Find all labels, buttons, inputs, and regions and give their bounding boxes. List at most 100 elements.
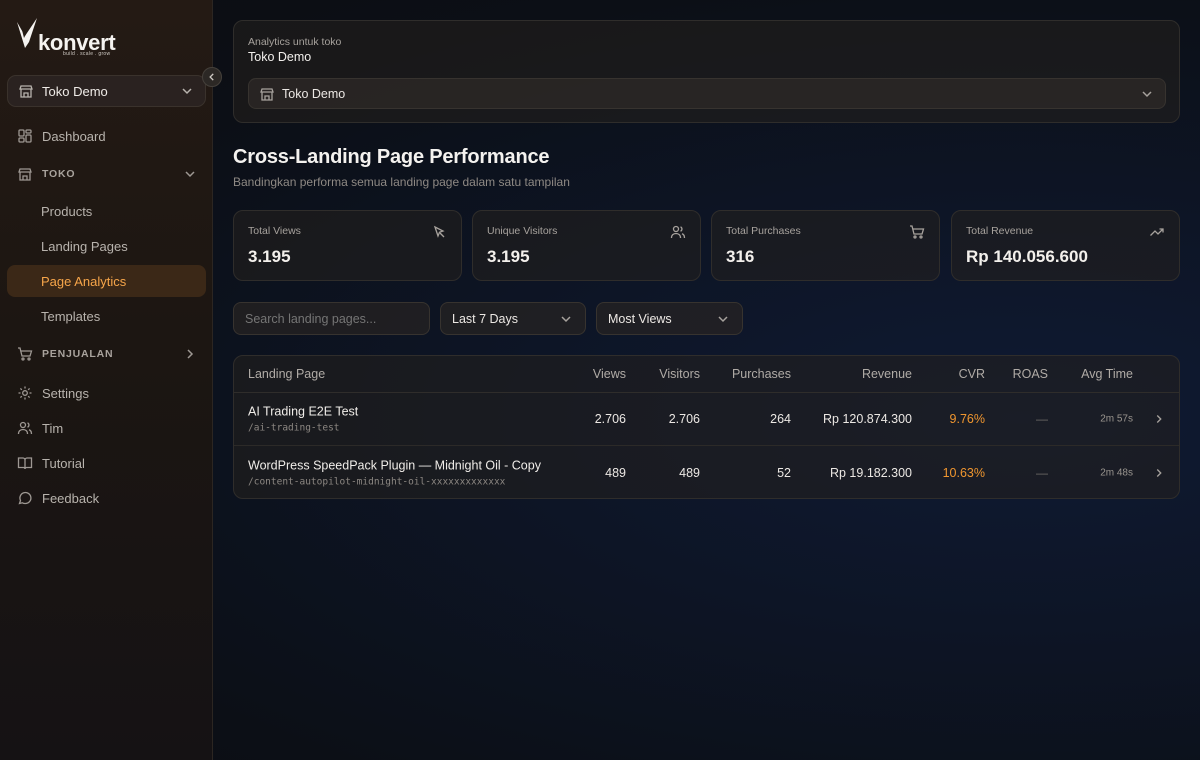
chevron-down-icon	[1142, 90, 1152, 97]
search-input[interactable]	[233, 302, 430, 335]
roas-cell: —	[1036, 465, 1048, 480]
sidebar-item-label: Landing Pages	[41, 238, 128, 254]
sidebar-item-page-analytics[interactable]: Page Analytics	[7, 265, 206, 297]
sidebar-item-label: Feedback	[42, 490, 100, 506]
store-switcher-label: Toko Demo	[42, 83, 108, 99]
chevron-down-icon	[718, 315, 728, 322]
sidebar-item-products[interactable]: Products	[7, 195, 206, 227]
landing-page-slug: /content-autopilot-midnight-oil-xxxxxxxx…	[248, 476, 506, 487]
chevron-right-icon[interactable]	[1152, 466, 1166, 480]
chevron-right-icon[interactable]	[1152, 412, 1166, 426]
sidebar-section-toko[interactable]: TOKO	[7, 158, 206, 190]
sidebar-item-label: Products	[41, 203, 93, 219]
sidebar-item-landing-pages[interactable]: Landing Pages	[7, 230, 206, 262]
chevron-left-icon	[209, 73, 214, 81]
chevron-down-icon	[185, 171, 195, 178]
column-header-avg-time[interactable]: Avg Time	[1081, 367, 1133, 381]
sidebar-item-settings[interactable]: Settings	[7, 377, 206, 409]
landing-page-name[interactable]: WordPress SpeedPack Plugin — Midnight Oi…	[248, 458, 541, 472]
views-cell: 489	[605, 465, 626, 480]
cvr-cell: 9.76%	[949, 412, 985, 426]
store-name: Toko Demo	[248, 50, 312, 64]
landing-page-cell: AI Trading E2E Test /ai-trading-test	[248, 405, 358, 434]
sidebar-item-label: Tutorial	[42, 455, 85, 471]
avg-time-cell: 2m 57s	[1100, 413, 1133, 425]
message-circle-icon	[18, 491, 32, 505]
sidebar-item-feedback[interactable]: Feedback	[7, 482, 206, 514]
store-select[interactable]: Toko Demo	[248, 78, 1166, 109]
landing-page-name[interactable]: AI Trading E2E Test	[248, 405, 358, 419]
stat-label: Total Purchases	[726, 225, 801, 237]
users-icon	[670, 225, 686, 239]
column-header-cvr[interactable]: CVR	[959, 367, 985, 381]
sidebar-item-label: Dashboard	[42, 128, 106, 144]
sidebar-item-label: Templates	[41, 308, 101, 324]
book-icon	[17, 457, 33, 470]
stat-label: Total Views	[248, 225, 301, 237]
sidebar-section-penjualan[interactable]: PENJUALAN	[7, 338, 206, 370]
avg-time-cell: 2m 48s	[1100, 467, 1133, 478]
dashboard-icon	[18, 129, 32, 143]
sidebar-item-templates[interactable]: Templates	[7, 300, 206, 332]
date-range-value: Last 7 Days	[452, 311, 519, 326]
stat-value: 3.195	[487, 247, 530, 266]
stat-value: Rp 140.056.600	[966, 247, 1088, 266]
store-icon	[260, 87, 274, 101]
users-icon	[17, 421, 33, 435]
sidebar-item-tutorial[interactable]: Tutorial	[7, 447, 206, 479]
konvert-logo[interactable]: konvert build . scale . grow	[15, 16, 125, 58]
store-select-value: Toko Demo	[282, 86, 346, 101]
stat-card-total-views: Total Views 3.195	[233, 210, 462, 281]
sidebar-item-label: Tim	[42, 420, 64, 436]
cvr-cell: 10.63%	[942, 465, 985, 480]
revenue-cell: Rp 120.874.300	[823, 412, 912, 426]
column-header-visitors[interactable]: Visitors	[659, 367, 700, 381]
cart-icon	[18, 347, 33, 361]
logo-tagline: build . scale . grow	[63, 51, 111, 57]
purchases-cell: 264	[770, 412, 791, 426]
sidebar-item-label: Page Analytics	[41, 273, 127, 289]
column-header-landing-page[interactable]: Landing Page	[248, 367, 325, 381]
stat-value: 3.195	[248, 247, 291, 266]
chevron-right-icon	[187, 349, 194, 359]
gear-icon	[18, 386, 32, 400]
revenue-cell: Rp 19.182.300	[829, 465, 912, 480]
sidebar-item-dashboard[interactable]: Dashboard	[7, 120, 206, 152]
visitors-cell: 2.706	[668, 412, 700, 426]
column-header-roas[interactable]: ROAS	[1013, 367, 1048, 381]
page-title: Cross-Landing Page Performance	[233, 146, 550, 168]
column-header-purchases[interactable]: Purchases	[732, 367, 791, 381]
stat-card-total-revenue: Total Revenue Rp 140.056.600	[951, 210, 1180, 281]
stat-value: 316	[726, 247, 755, 266]
analytics-label: Analytics untuk toko	[248, 36, 342, 48]
views-cell: 2.706	[594, 412, 626, 426]
column-header-views[interactable]: Views	[593, 367, 626, 381]
date-range-select[interactable]: Last 7 Days	[440, 302, 586, 335]
landing-page-slug: /ai-trading-test	[248, 422, 340, 434]
trending-up-icon	[1150, 228, 1164, 236]
table-row[interactable]: AI Trading E2E Test /ai-trading-test 2.7…	[234, 393, 1179, 446]
stat-card-total-purchases: Total Purchases 316	[711, 210, 940, 281]
sort-select[interactable]: Most Views	[596, 302, 743, 335]
stat-label: Unique Visitors	[487, 225, 558, 237]
cursor-click-icon	[433, 225, 445, 238]
sidebar: konvert build . scale . grow Toko Demo D…	[0, 0, 213, 760]
roas-cell: —	[1036, 412, 1048, 426]
store-switcher[interactable]: Toko Demo	[7, 75, 206, 107]
stat-card-unique-visitors: Unique Visitors 3.195	[472, 210, 701, 281]
landing-pages-table: Landing Page Views Visitors Purchases Re…	[233, 355, 1180, 499]
column-header-revenue[interactable]: Revenue	[862, 367, 912, 381]
table-row[interactable]: WordPress SpeedPack Plugin — Midnight Oi…	[234, 446, 1179, 498]
visitors-cell: 489	[679, 465, 700, 480]
landing-page-cell: WordPress SpeedPack Plugin — Midnight Oi…	[248, 458, 541, 487]
chevron-down-icon	[182, 88, 192, 95]
collapse-sidebar-button[interactable]	[202, 67, 222, 87]
chevron-down-icon	[561, 315, 571, 322]
sidebar-item-tim[interactable]: Tim	[7, 412, 206, 444]
cart-icon	[910, 225, 925, 239]
page-subtitle: Bandingkan performa semua landing page d…	[233, 175, 570, 189]
sort-value: Most Views	[608, 311, 672, 326]
purchases-cell: 52	[777, 465, 791, 480]
store-icon	[19, 85, 33, 98]
stat-label: Total Revenue	[966, 225, 1034, 237]
